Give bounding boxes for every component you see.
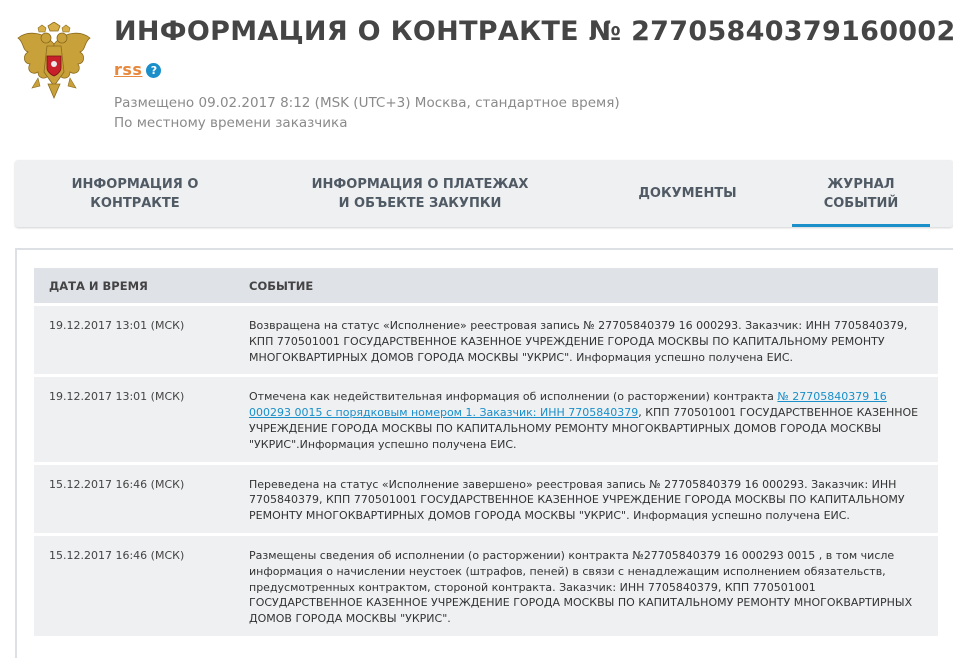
event-date: 19.12.2017 13:01 (МСК) — [49, 319, 185, 332]
tab-event-log[interactable]: ЖУРНАЛ СОБЫТИЙ — [792, 160, 930, 227]
page-header: ИНФОРМАЦИЯ О КОНТРАКТЕ № 277058403791600… — [0, 0, 953, 150]
tab-label-line: И ОБЪЕКТЕ ЗАКУПКИ — [338, 195, 502, 211]
event-text: Переведена на статус «Исполнение заверше… — [249, 477, 905, 523]
event-text: Размещены сведения об исполнении (о раст… — [249, 548, 913, 626]
table-header: ДАТА И ВРЕМЯ СОБЫТИЕ — [34, 268, 938, 303]
question-circle-icon[interactable]: ? — [146, 63, 162, 78]
tab-label-line: ДОКУМЕНТЫ — [638, 186, 737, 201]
tab-label-line: СОБЫТИЙ — [823, 195, 899, 211]
event-text: Возвращена на статус «Исполнение» реестр… — [249, 319, 908, 364]
table-row: 19.12.2017 13:01 (МСК) Отмечена как неде… — [34, 377, 938, 462]
timezone-note: По местному времени заказчика — [114, 115, 348, 131]
tab-label-line: ИНФОРМАЦИЯ О — [71, 176, 199, 192]
tab-label-line: КОНТРАКТЕ — [90, 195, 180, 211]
event-date: 19.12.2017 13:01 (МСК) — [49, 390, 185, 404]
tab-contract-info[interactable]: ИНФОРМАЦИЯ О КОНТРАКТЕ — [35, 160, 235, 227]
rss-row: rss ? — [114, 60, 162, 79]
table-row: 19.12.2017 13:01 (МСК) Возвращена на ста… — [34, 306, 938, 375]
tab-label-line: ЖУРНАЛ — [827, 176, 895, 192]
tab-payments-info[interactable]: ИНФОРМАЦИЯ О ПЛАТЕЖАХ И ОБЪЕКТЕ ЗАКУПКИ — [275, 160, 565, 227]
table-row: 15.12.2017 16:46 (МСК) Размещены сведени… — [34, 535, 938, 636]
event-date: 15.12.2017 16:46 (МСК) — [49, 477, 185, 491]
page-title: ИНФОРМАЦИЯ О КОНТРАКТЕ № 277058403791600… — [114, 16, 953, 47]
event-date: 15.12.2017 16:46 (МСК) — [49, 548, 185, 562]
event-log-table: ДАТА И ВРЕМЯ СОБЫТИЕ 19.12.2017 13:01 (М… — [34, 268, 938, 636]
tab-label-line: ИНФОРМАЦИЯ О ПЛАТЕЖАХ — [311, 176, 529, 192]
event-log-panel: ДАТА И ВРЕМЯ СОБЫТИЕ 19.12.2017 13:01 (М… — [15, 248, 953, 658]
rss-link[interactable]: rss — [114, 60, 142, 79]
tab-bar: ИНФОРМАЦИЯ О КОНТРАКТЕ ИНФОРМАЦИЯ О ПЛАТ… — [15, 160, 953, 227]
column-header-date: ДАТА И ВРЕМЯ — [49, 278, 148, 293]
published-info: Размещено 09.02.2017 8:12 (MSK (UTC+3) М… — [114, 93, 620, 133]
event-text: Отмечена как недействительная информация… — [249, 389, 938, 452]
column-header-event: СОБЫТИЕ — [249, 278, 314, 293]
published-date: Размещено 09.02.2017 8:12 (MSK (UTC+3) М… — [114, 95, 620, 111]
event-text-start: Отмечена как недействительная информация… — [249, 390, 778, 404]
tab-documents[interactable]: ДОКУМЕНТЫ — [605, 160, 770, 227]
russian-coat-of-arms-icon — [17, 22, 91, 100]
table-row: 15.12.2017 16:46 (МСК) Переведена на ста… — [34, 464, 938, 533]
